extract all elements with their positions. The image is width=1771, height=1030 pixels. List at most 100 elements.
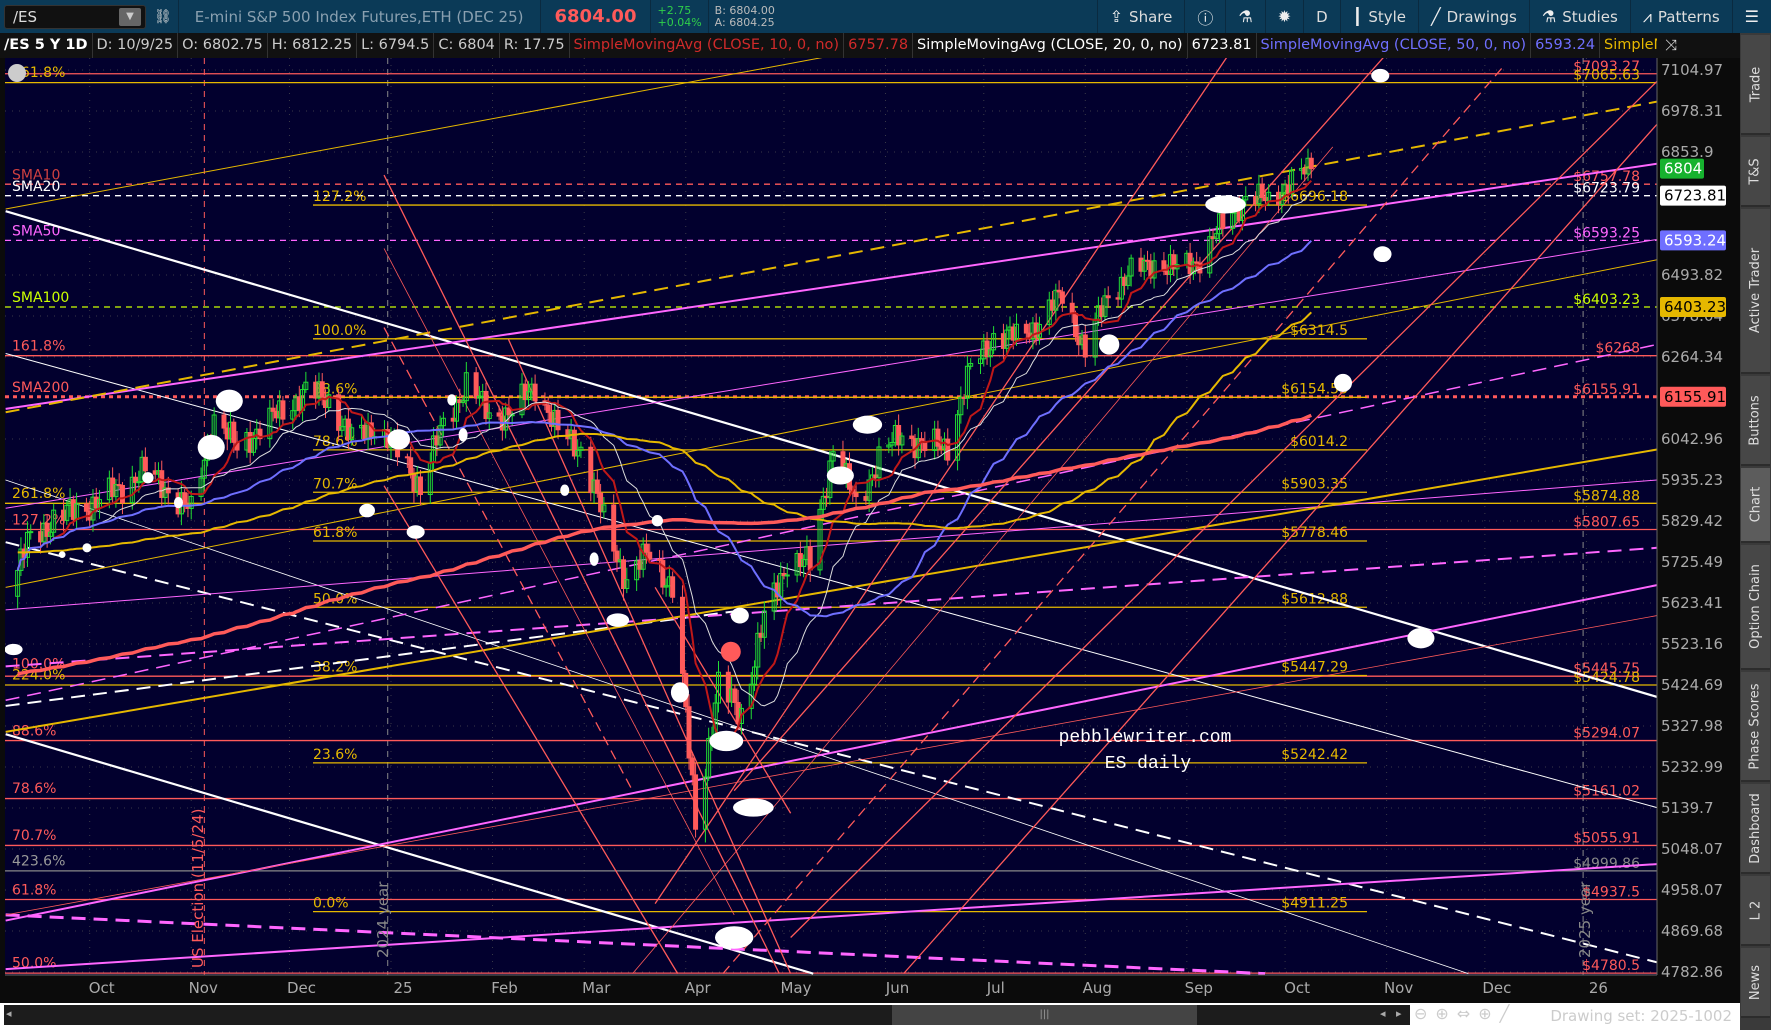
last-price: 6804.00 [554,6,637,27]
right-sidebar: Trade T&S Active Trader Buttons Chart Option … [1740,33,1771,1030]
candle-body [784,574,790,577]
marker-dot [852,415,883,434]
marker-dot [1371,68,1390,83]
tab-l-2[interactable]: L 2 [1741,876,1770,946]
price-level-label: $6155.91 [1573,382,1640,398]
pan-icon[interactable]: ⇔ [1457,1004,1470,1023]
left-level-label: SMA20 [12,179,60,195]
scroll-left-end-icon[interactable]: ◂ [1380,1007,1386,1020]
price-tick-label: 4958.07 [1661,881,1723,899]
tab-chart[interactable]: Chart [1741,468,1770,543]
marker-dot [215,389,243,413]
menu-button[interactable]: ☰ [1731,0,1771,33]
fib-price-label: $4911.25 [1281,896,1348,912]
drawings-button[interactable]: ╱ Drawings [1418,0,1529,33]
candle-body [1069,302,1075,315]
button-label: D [1316,7,1328,26]
left-level-label: SMA100 [12,290,69,306]
studies-button[interactable]: ⚗ Studies [1528,0,1630,33]
tab-dashboard[interactable]: Dashboard [1741,784,1770,874]
price-tag-value: 6723.81 [1664,187,1726,205]
legend-symbol: /ES 5 Y 1D [0,33,93,58]
horizontal-scrollbar[interactable]: ◂ ||| ◂ ▸ [4,1005,1410,1025]
price-tick-label: 6853.9 [1661,143,1714,161]
share-button[interactable]: ⇪ Share [1096,0,1185,33]
candle-body [1259,183,1265,199]
candle-body [1308,157,1314,170]
tab-t-s[interactable]: T&S [1741,137,1770,207]
candle-body [647,551,653,560]
symbol-selector[interactable]: /ES ▼ [4,4,146,29]
watermark-site: pebblewriter.com [1059,728,1232,748]
gear-button[interactable]: ✹ [1264,0,1303,33]
tab-buttons[interactable]: Buttons [1741,376,1770,466]
study-name[interactable]: SimpleMoving... [1600,33,1657,58]
candle-icon: ┃ [1352,7,1363,26]
study-name[interactable]: SimpleMovingAvg (CLOSE, 20, 0, no) [913,33,1188,58]
expand-legend-icon[interactable]: ⤨ [1657,33,1740,58]
candle-body [532,383,538,402]
marker-dot [1333,373,1353,392]
time-tick-label: Feb [491,979,518,997]
price-tick-label: 6264.34 [1661,348,1723,366]
chevron-down-icon[interactable]: ▼ [119,7,141,26]
marker-dot [730,607,749,624]
scroll-left-icon[interactable]: ◂ [6,1007,12,1020]
tab-label: T&S [1748,157,1763,185]
study-name[interactable]: SimpleMovingAvg (CLOSE, 50, 0, no) [1257,33,1532,58]
time-tick-label: 25 [393,979,412,997]
link-icon[interactable]: ⛓ [154,9,172,25]
button-label: Studies [1562,7,1618,26]
price-tick-label: 5139.7 [1661,799,1714,817]
left-level-label: 127.2% [12,513,65,529]
style-button[interactable]: ┃ Style [1339,0,1418,33]
fib-percent-label: 70.7% [313,476,357,492]
info-button[interactable]: ⓘ [1184,0,1225,33]
instrument-description: E-mini S&P 500 Index Futures,ETH (DEC 25… [194,7,524,26]
tab-news[interactable]: News [1741,948,1770,1018]
price-tag-value: 6403.23 [1664,298,1726,316]
fib-percent-label: 0.0% [313,896,349,912]
marker-dot [1099,334,1120,355]
drawing-icon[interactable]: ╱ [1500,1004,1510,1023]
time-tick-label: Aug [1083,979,1112,997]
price-tag-value: 6804 [1664,160,1702,178]
d-button[interactable]: D [1303,0,1340,33]
price-tick-label: 5935.23 [1661,471,1723,489]
annotation-election: US Election (11/5/24) [189,809,207,968]
marker-dot [173,496,183,509]
candle-body [1023,323,1029,334]
marker-dot [670,682,689,703]
time-tick-label: Dec [287,979,316,997]
price-level-label: $5294.07 [1573,726,1640,742]
scrollbar-thumb[interactable]: ||| [892,1005,1197,1025]
drawing-set-selector[interactable]: Drawing set: 2025-1002 [1550,1007,1732,1025]
candle-body [732,688,738,703]
study-name[interactable]: SimpleMovingAvg (CLOSE, 10, 0, no) [570,33,845,58]
ask-price: A: 6804.25 [714,15,775,29]
zoom-in-icon[interactable]: ⊕ [1435,1004,1448,1023]
candle-body [555,409,561,431]
left-level-label: 423.6% [12,853,65,869]
flask-button[interactable]: ⚗ [1225,0,1264,33]
marker-dot [387,429,411,450]
toolbar: /ES ▼ ⛓ E-mini S&P 500 Index Futures,ETH … [0,0,1771,33]
candle-body [417,476,423,496]
candle-body [945,438,951,461]
marker-dot [447,394,457,406]
legend-close: C: 6804 [434,33,500,58]
zoom-out-icon[interactable]: ⊖ [1414,1004,1427,1023]
candle-body [280,400,286,420]
legend-low: L: 6794.5 [357,33,435,58]
tab-trade[interactable]: Trade [1741,35,1770,135]
crosshair-icon[interactable]: ⊕ [1478,1004,1491,1023]
tab-label: Dashboard [1748,792,1763,864]
price-chart[interactable]: $7093.27$7065.63$6757.78$6723.79$6593.25… [0,58,1740,1003]
scroll-right-icon[interactable]: ▸ [1396,1007,1402,1020]
tab-phase-scores[interactable]: Phase Scores [1741,672,1770,782]
tab-active-trader[interactable]: Active Trader [1741,209,1770,374]
marker-dot [1373,246,1392,263]
patterns-button[interactable]: ⩘ Patterns [1629,0,1732,33]
marker-dot [589,552,599,566]
tab-option-chain[interactable]: Option Chain [1741,545,1770,670]
